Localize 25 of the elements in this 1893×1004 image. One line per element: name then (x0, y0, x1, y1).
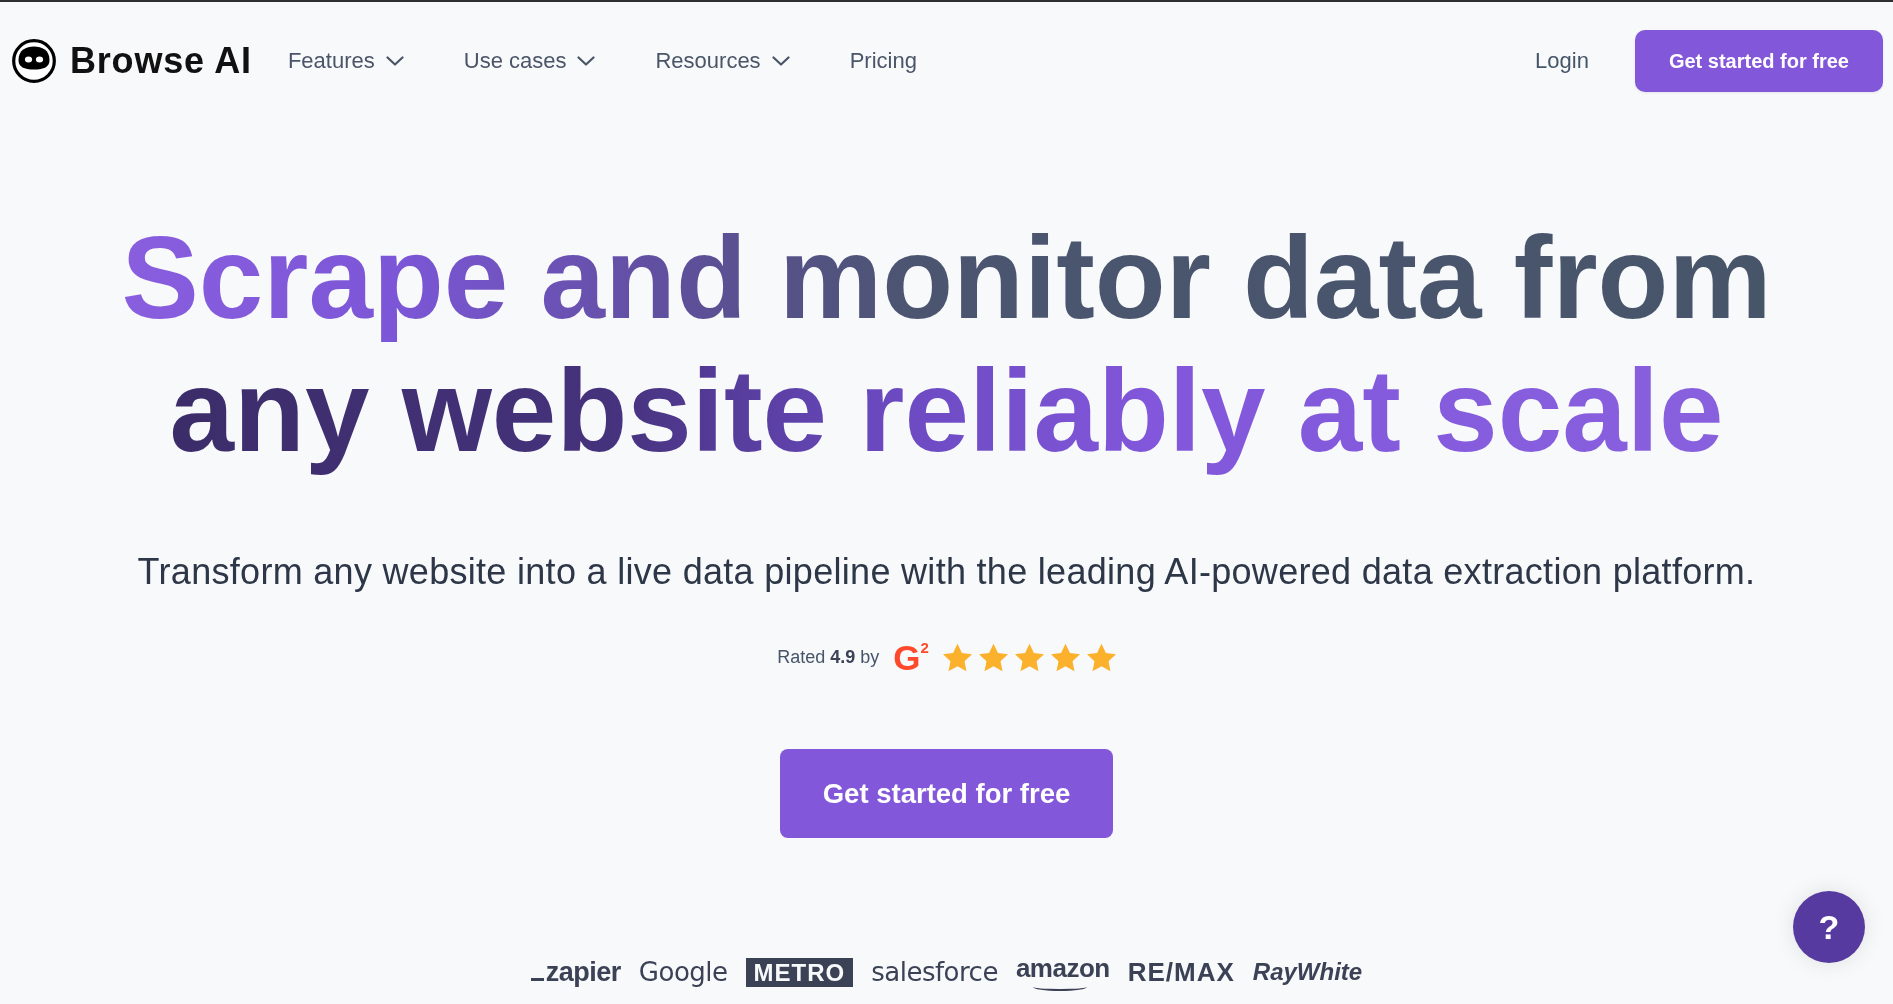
star-icon (1086, 642, 1116, 672)
company-logo: Google (638, 957, 728, 987)
login-link[interactable]: Login (1535, 48, 1589, 74)
review-site-logo: G$^{2}$ (893, 639, 929, 675)
company-logo: RE/MAX (1127, 956, 1235, 988)
brand-name[interactable]: Browse AI (70, 40, 252, 82)
nav-menu-item[interactable]: Features (287, 48, 404, 74)
robot-head-icon (12, 39, 56, 83)
star-icon (1050, 642, 1080, 672)
company-logo: zapier (530, 956, 621, 988)
star-icon (1014, 642, 1044, 672)
nav-menu-item[interactable]: Pricing (849, 48, 917, 74)
company-logo: amazon (1015, 953, 1110, 991)
rating-text: Rated 4.9 by (777, 646, 880, 668)
nav-menu-item[interactable]: Use cases (463, 48, 596, 74)
nav-menu-item[interactable]: Resources (655, 48, 790, 74)
company-logo: RayWhite (1252, 958, 1363, 986)
star-icon (942, 642, 972, 672)
hero-subtitle: Transform any website into a live data pipeline with the leading AI-powered data extraction platform. (137, 550, 1756, 594)
company-logo: salesforce (871, 957, 998, 987)
get-started-button[interactable]: Get started for free (1634, 30, 1883, 92)
help-button[interactable]: ? (1793, 891, 1865, 963)
company-logo: METRO (745, 957, 854, 987)
star-icon (978, 642, 1008, 672)
get-started-button[interactable]: Get started for free (779, 749, 1114, 838)
